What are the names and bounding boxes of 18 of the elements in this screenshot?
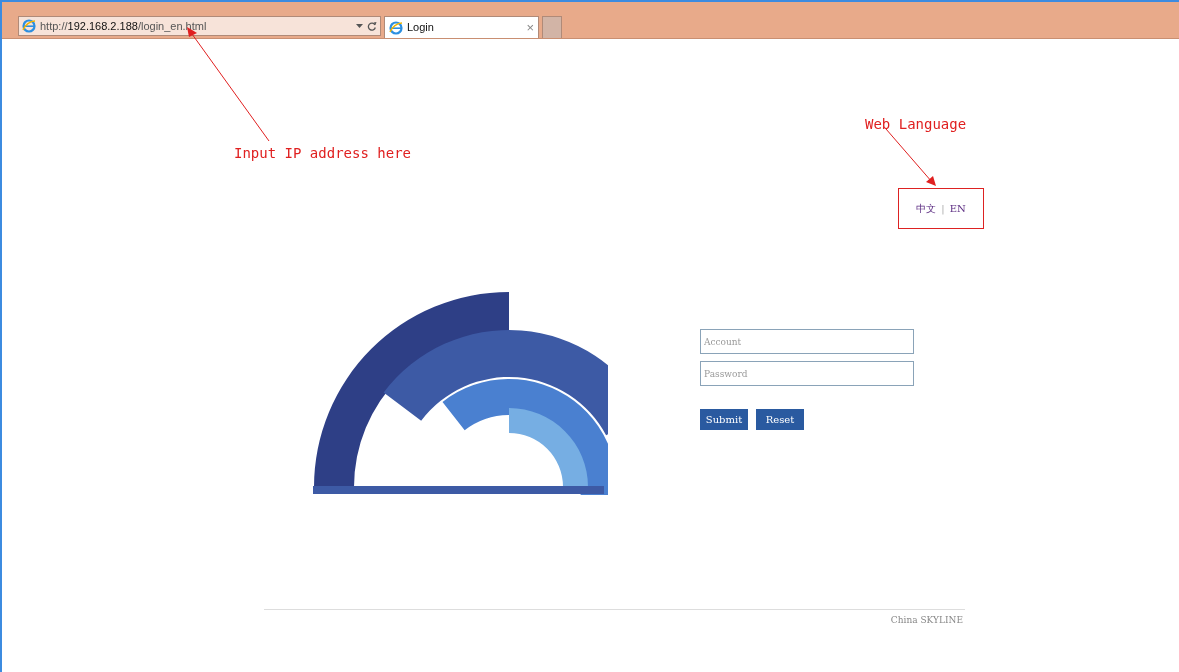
address-bar[interactable]: http://192.168.2.188/login_en.html [18,16,381,36]
dropdown-icon[interactable] [356,23,363,29]
password-field[interactable]: Password [700,361,914,386]
annotation-label: Input IP address here [234,144,411,163]
submit-button[interactable]: Submit [700,409,748,430]
footer-text: China SKYLINE [890,614,964,627]
reset-button[interactable]: Reset [756,409,804,430]
browser-tab[interactable]: Login × [384,16,539,38]
language-link[interactable]: EN [949,201,966,216]
url-text: http://192.168.2.188/login_en.html [40,18,208,34]
account-field[interactable]: Account [700,329,914,354]
refresh-icon[interactable] [367,21,377,31]
tab-close[interactable]: × [526,21,534,34]
language-link[interactable]: 中文 [916,201,937,216]
separator: | [941,202,945,216]
annotation-label: Web Language [865,115,967,134]
browser-logo-icon [22,19,36,33]
browser-logo-icon [389,20,403,35]
